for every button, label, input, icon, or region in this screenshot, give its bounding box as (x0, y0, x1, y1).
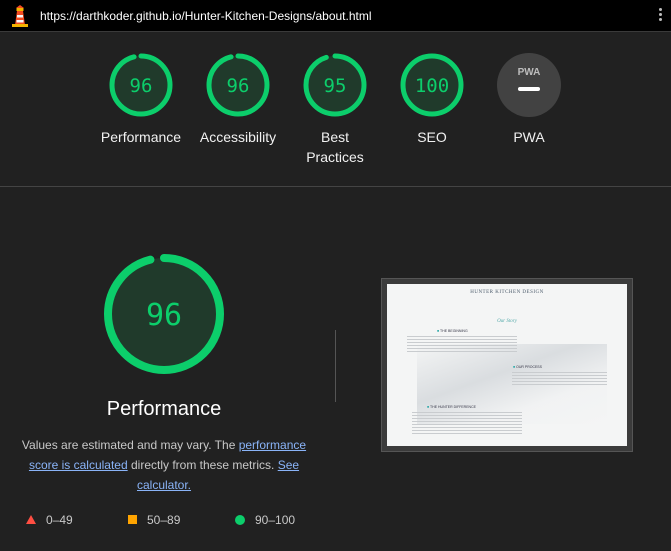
gauge-seo-label: SEO (417, 129, 447, 145)
note-text-start: Values are estimated and may vary. The (21, 438, 239, 452)
screenshot-heading-process: ■ OUR PROCESS (513, 365, 542, 369)
screenshot-heading-beginning: ■ THE BEGINNING (437, 329, 468, 333)
circle-icon (235, 514, 245, 525)
screenshot-tagline (387, 313, 627, 317)
gauge-best-practices[interactable]: 95 Best Practices (285, 52, 385, 167)
gauge-accessibility-label: Accessibility (199, 129, 277, 145)
page-url[interactable]: https://darthkoder.github.io/Hunter-Kitc… (40, 9, 372, 23)
performance-gauge-large: 96 (104, 254, 224, 374)
gauge-pwa-label: PWA (513, 129, 545, 145)
gauge-accessibility-score: 96 (227, 75, 250, 97)
screenshot-story-heading: Our Story (497, 319, 517, 324)
legend-average-range: 50–89 (147, 512, 181, 527)
top-bar: https://darthkoder.github.io/Hunter-Kitc… (0, 0, 671, 32)
section-divider (0, 186, 671, 187)
gauge-performance-label: Performance (100, 129, 182, 145)
gauge-accessibility[interactable]: 96 Accessibility (188, 52, 288, 147)
triangle-icon (26, 515, 36, 525)
lighthouse-logo-icon (12, 5, 28, 27)
pwa-badge-icon: PWA (497, 53, 561, 117)
gauge-best-practices-label: Best Practices (306, 129, 364, 165)
legend-fail: 0–49 (26, 512, 73, 527)
performance-score-large: 96 (146, 298, 182, 333)
gauge-best-practices-score: 95 (324, 75, 347, 97)
more-options-icon[interactable] (656, 8, 664, 24)
screenshot-site-title: HUNTER KITCHEN DESIGN (470, 290, 544, 295)
square-icon (128, 515, 137, 525)
screenshot-heading-difference: ■ THE HUNTER DIFFERENCE (427, 405, 476, 409)
vertical-divider (335, 330, 336, 402)
legend-fail-range: 0–49 (46, 512, 73, 527)
screenshot-text-block-1 (407, 336, 517, 354)
legend-pass-range: 90–100 (255, 512, 296, 527)
gauge-performance-score: 96 (130, 75, 153, 97)
legend-average: 50–89 (128, 512, 180, 527)
gauge-seo-score: 100 (415, 75, 449, 97)
screenshot-text-block-2 (512, 372, 607, 387)
gauge-best-practices-ring: 95 (303, 53, 367, 117)
performance-title: Performance (106, 398, 222, 420)
screenshot-nav (387, 304, 627, 308)
category-gauges: 96 Performance 96 Accessibility 95 Best … (0, 32, 671, 187)
screenshot-subtitle (387, 297, 627, 301)
pwa-badge-text: PWA (518, 67, 541, 78)
page-screenshot[interactable]: HUNTER KITCHEN DESIGN Our Story ■ THE BE… (381, 278, 633, 452)
gauge-accessibility-ring: 96 (206, 53, 270, 117)
page-screenshot-content: HUNTER KITCHEN DESIGN Our Story ■ THE BE… (387, 284, 627, 446)
gauge-seo[interactable]: 100 SEO (382, 52, 482, 147)
gauge-pwa[interactable]: PWA PWA (479, 52, 579, 147)
score-legend: 0–49 50–89 90–100 (26, 512, 326, 532)
screenshot-text-block-3 (412, 412, 522, 436)
note-text-middle: directly from these metrics. (127, 458, 278, 472)
legend-pass: 90–100 (235, 512, 295, 527)
performance-note: Values are estimated and may vary. The p… (16, 435, 312, 495)
gauge-performance[interactable]: 96 Performance (91, 52, 191, 147)
gauge-performance-ring: 96 (109, 53, 173, 117)
gauge-seo-ring: 100 (400, 53, 464, 117)
